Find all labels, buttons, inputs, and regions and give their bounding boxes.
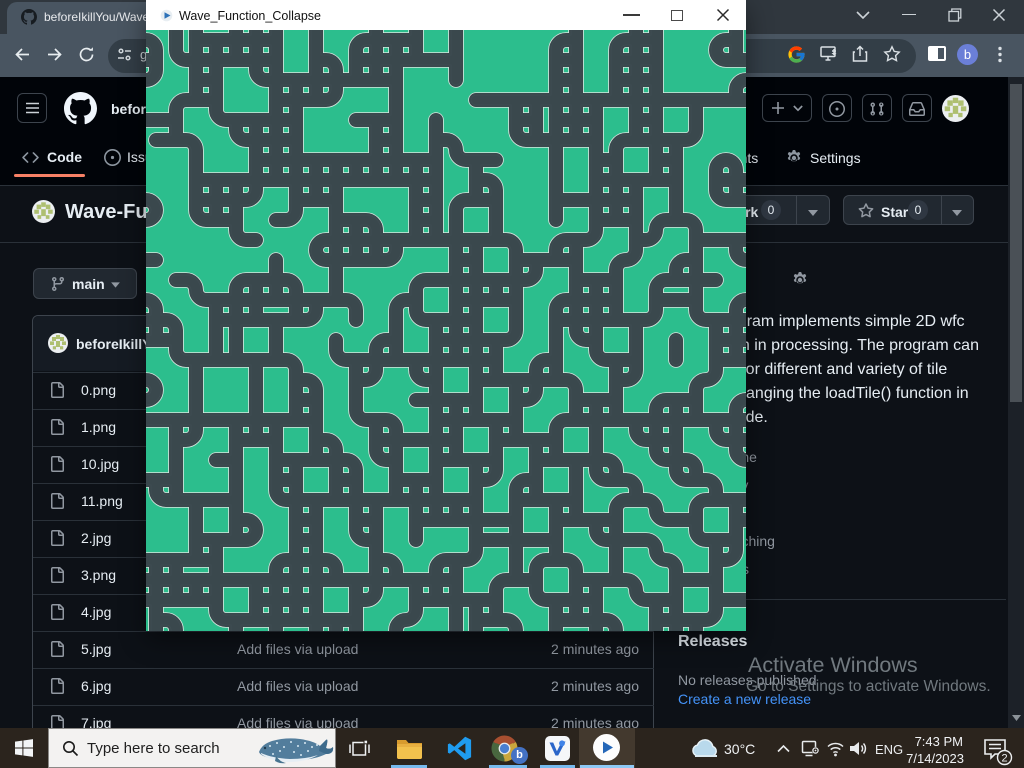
svg-text:2: 2: [1001, 753, 1007, 765]
